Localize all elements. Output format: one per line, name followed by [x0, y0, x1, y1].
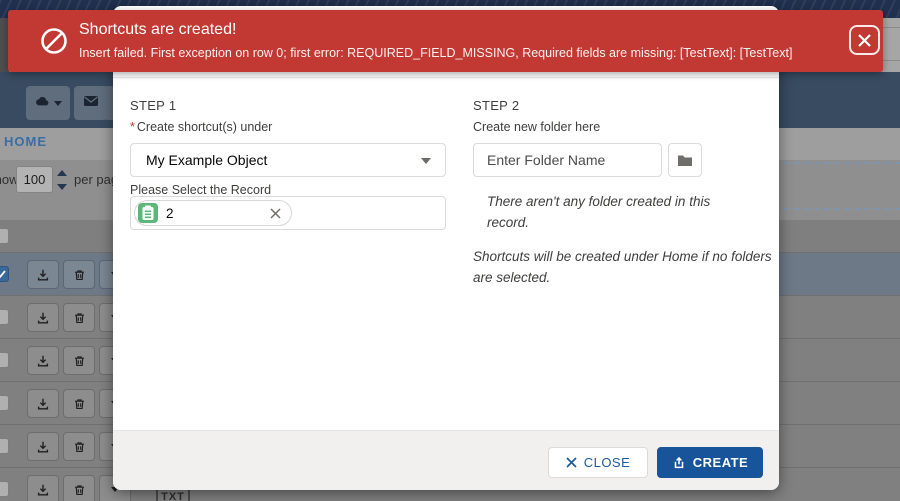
trash-icon: [73, 483, 86, 497]
no-folders-note: There aren't any folder created in this …: [487, 192, 755, 234]
toast-message: Insert failed. First exception on row 0;…: [79, 46, 792, 60]
create-folder-button[interactable]: [668, 143, 702, 177]
row-checkbox: [0, 438, 9, 454]
download-icon: [36, 311, 50, 325]
default-home-note: Shortcuts will be created under Home if …: [473, 247, 773, 289]
row-checkbox: [0, 481, 9, 497]
step1-heading: STEP 1: [130, 98, 176, 113]
cloud-download-button: [26, 86, 70, 120]
chevron-down-icon: [54, 101, 62, 106]
row-checkbox: [0, 352, 9, 368]
chevron-down-icon: [421, 158, 431, 164]
close-icon: [857, 33, 872, 48]
trash-icon: [73, 354, 86, 368]
close-button-label: CLOSE: [584, 455, 631, 470]
delete-button: [63, 260, 95, 289]
breadcrumb: HOME: [4, 134, 47, 149]
error-toast: Shortcuts are created! Insert failed. Fi…: [8, 10, 883, 72]
decrement-arrow: [57, 184, 67, 190]
step2-field-label: Create new folder here: [473, 120, 600, 134]
modal-footer: CLOSE CREATE: [113, 430, 779, 490]
delete-button: [63, 303, 95, 332]
delete-button: [63, 389, 95, 418]
folder-icon: [677, 154, 693, 167]
row-checkbox: [0, 266, 9, 282]
download-button: [27, 389, 59, 418]
check-icon: [0, 270, 6, 278]
download-button: [27, 346, 59, 375]
cloud-download-icon: [34, 94, 50, 113]
download-icon: [36, 440, 50, 454]
record-pill[interactable]: 2: [134, 200, 292, 226]
x-icon: [566, 457, 577, 468]
field-label-text: Create shortcut(s) under: [137, 120, 272, 134]
increment-arrow: [57, 170, 67, 176]
download-button: [27, 432, 59, 461]
ban-icon: [39, 26, 69, 61]
trash-icon: [73, 268, 86, 282]
delete-button: [63, 475, 95, 501]
delete-button: [63, 346, 95, 375]
folder-name-input[interactable]: [473, 143, 662, 177]
trash-icon: [73, 440, 86, 454]
create-button[interactable]: CREATE: [657, 447, 763, 478]
download-button: [27, 260, 59, 289]
download-button: [27, 475, 59, 501]
object-select[interactable]: My Example Object: [130, 143, 446, 177]
record-pill-label: 2: [166, 206, 270, 221]
delete-button: [63, 432, 95, 461]
download-icon: [36, 483, 50, 497]
dashed-dropzone-border: [784, 208, 900, 210]
shortcut-icon: [672, 456, 686, 470]
create-button-label: CREATE: [693, 455, 748, 470]
trash-icon: [73, 397, 86, 411]
row-checkbox: [0, 309, 9, 325]
download-button: [27, 303, 59, 332]
up-down-arrows-icon: [57, 168, 67, 192]
select-all-checkbox: [0, 228, 9, 244]
download-icon: [36, 268, 50, 282]
record-icon: [138, 203, 158, 223]
app-screen: HOME Show 100 per page ACTIONS SHORTCUT: [0, 0, 900, 501]
email-button: [74, 86, 108, 120]
divider: [113, 77, 779, 78]
record-lookup-field[interactable]: 2: [130, 196, 446, 230]
step1-field2-label: Please Select the Record: [130, 183, 271, 197]
close-button[interactable]: CLOSE: [548, 447, 648, 478]
create-shortcut-modal: STEP 1 *Create shortcut(s) under My Exam…: [113, 6, 779, 490]
download-icon: [36, 397, 50, 411]
download-icon: [36, 354, 50, 368]
toast-close-button[interactable]: [849, 25, 880, 55]
trash-icon: [73, 311, 86, 325]
required-asterisk: *: [130, 120, 135, 134]
object-select-value: My Example Object: [146, 152, 267, 168]
remove-icon[interactable]: [270, 208, 281, 219]
step2-heading: STEP 2: [473, 98, 519, 113]
dashed-dropzone-border: [784, 162, 900, 164]
step1-field1-label: *Create shortcut(s) under: [130, 120, 272, 134]
envelope-icon: [83, 94, 99, 112]
row-checkbox: [0, 395, 9, 411]
page-size-input: 100: [16, 166, 53, 193]
toast-title: Shortcuts are created!: [79, 21, 236, 39]
